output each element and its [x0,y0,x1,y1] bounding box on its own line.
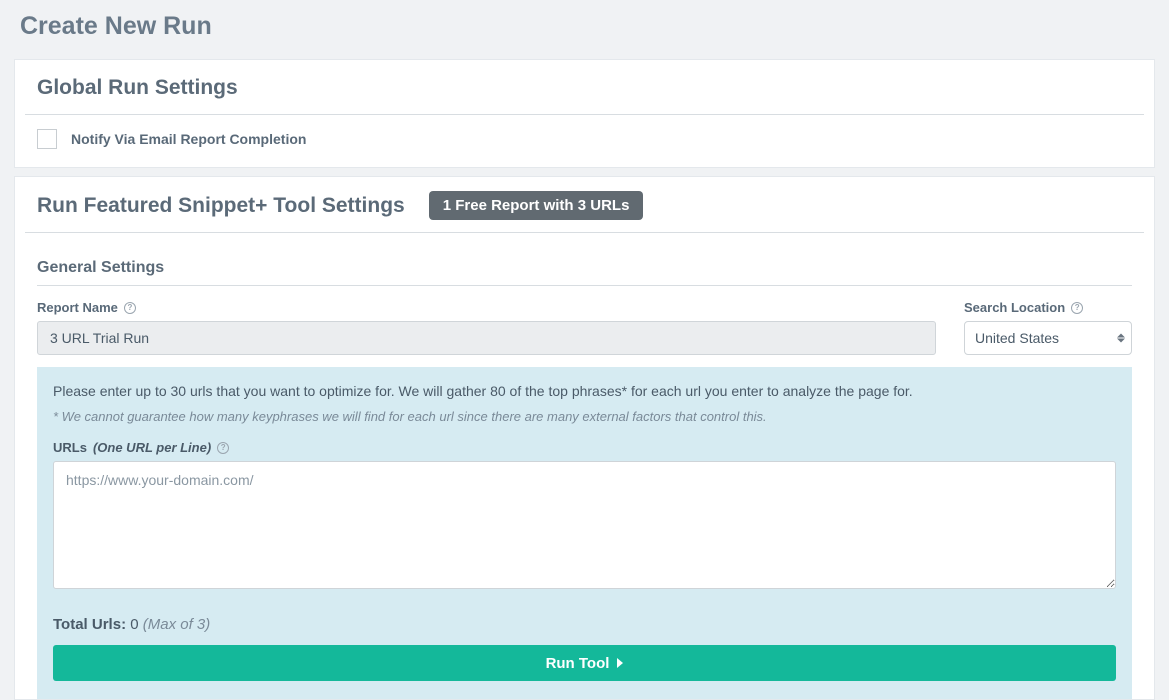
help-icon[interactable]: ? [217,442,229,454]
search-location-label-text: Search Location [964,300,1065,315]
urls-info-text: Please enter up to 30 urls that you want… [53,383,1116,399]
search-location-label: Search Location ? [964,300,1132,315]
help-icon[interactable]: ? [1071,302,1083,314]
notify-email-checkbox[interactable] [37,129,57,149]
page-title: Create New Run [0,0,1169,59]
total-urls-count: 0 [130,616,138,633]
tool-settings-header: Run Featured Snippet+ Tool Settings [37,194,405,218]
general-settings-header: General Settings [15,233,1154,285]
help-icon[interactable]: ? [124,302,136,314]
urls-label: URLs (One URL per Line) ? [53,440,1116,455]
report-name-label-text: Report Name [37,300,118,315]
report-name-label: Report Name ? [37,300,936,315]
search-location-select[interactable]: United States [964,321,1132,355]
urls-info-note: * We cannot guarantee how many keyphrase… [53,409,1116,424]
total-urls-max: (Max of 3) [143,616,211,633]
total-urls-label: Total Urls: [53,616,126,633]
free-report-badge: 1 Free Report with 3 URLs [429,191,644,220]
urls-textarea[interactable] [53,461,1116,589]
global-settings-panel: Global Run Settings Notify Via Email Rep… [14,59,1155,168]
chevron-right-icon [617,658,623,668]
global-settings-header: Global Run Settings [15,60,1154,114]
urls-perline-text: (One URL per Line) [93,440,211,455]
run-tool-button[interactable]: Run Tool [53,645,1116,681]
tool-settings-panel: Run Featured Snippet+ Tool Settings 1 Fr… [14,176,1155,700]
report-name-input[interactable] [37,321,936,355]
urls-info-box: Please enter up to 30 urls that you want… [37,367,1132,699]
urls-label-text: URLs [53,440,87,455]
notify-email-label: Notify Via Email Report Completion [71,131,306,147]
total-urls-row: Total Urls: 0 (Max of 3) [53,616,1116,633]
run-tool-label: Run Tool [546,655,610,672]
divider [37,285,1132,286]
